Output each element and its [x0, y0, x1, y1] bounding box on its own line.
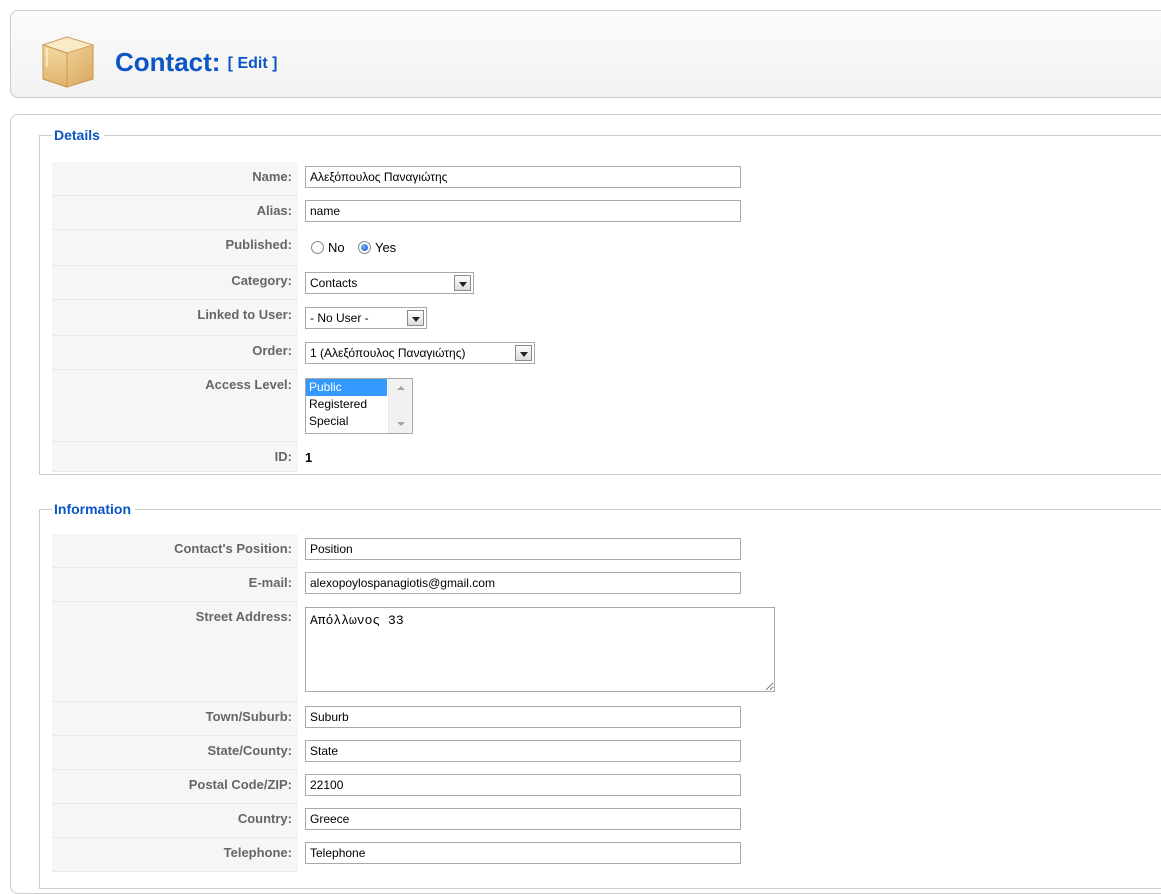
- published-label: Published:: [52, 230, 298, 266]
- published-row: Published: No Yes: [40, 230, 1140, 266]
- country-row: Country:: [40, 804, 1140, 838]
- category-row: Category: Contacts: [40, 266, 1140, 300]
- scroll-up-icon[interactable]: [397, 386, 405, 390]
- main-content: Details Name: Alias: Published: No Yes C…: [10, 114, 1161, 894]
- access-level-listbox[interactable]: Public Registered Special: [305, 378, 413, 434]
- linked-user-value: - No User -: [310, 311, 369, 325]
- category-label: Category:: [52, 266, 298, 300]
- linked-user-row: Linked to User: - No User -: [40, 300, 1140, 336]
- postal-code-label: Postal Code/ZIP:: [52, 770, 298, 804]
- telephone-row: Telephone:: [40, 838, 1140, 872]
- linked-user-select[interactable]: - No User -: [305, 307, 427, 329]
- details-fieldset: Details Name: Alias: Published: No Yes C…: [39, 127, 1161, 475]
- street-address-label: Street Address:: [52, 602, 298, 702]
- edit-label: [ Edit ]: [227, 55, 278, 72]
- access-level-row: Access Level: Public Registered Special: [40, 370, 1140, 442]
- category-select[interactable]: Contacts: [305, 272, 474, 294]
- chevron-down-icon[interactable]: [407, 310, 424, 326]
- order-label: Order:: [52, 336, 298, 370]
- chevron-down-icon[interactable]: [454, 275, 471, 291]
- suburb-input[interactable]: [305, 706, 741, 728]
- access-option-public[interactable]: Public: [306, 379, 387, 396]
- order-row: Order: 1 (Αλεξόπουλος Παναγιώτης): [40, 336, 1140, 370]
- page-title: Contact: [ Edit ]: [115, 47, 277, 79]
- listbox-scrollbar[interactable]: [388, 379, 412, 433]
- alias-input[interactable]: [305, 200, 741, 222]
- country-input[interactable]: [305, 808, 741, 830]
- chevron-down-icon[interactable]: [515, 345, 532, 361]
- access-level-label: Access Level:: [52, 370, 298, 442]
- name-label: Name:: [52, 162, 298, 196]
- country-label: Country:: [52, 804, 298, 838]
- email-row: E-mail:: [40, 568, 1140, 602]
- name-row: Name:: [40, 162, 1140, 196]
- information-fieldset: Information Contact's Position: E-mail: …: [39, 501, 1161, 889]
- order-select[interactable]: 1 (Αλεξόπουλος Παναγιώτης): [305, 342, 535, 364]
- email-label: E-mail:: [52, 568, 298, 602]
- page-title-text: Contact:: [115, 47, 221, 77]
- scroll-down-icon[interactable]: [397, 422, 405, 426]
- telephone-input[interactable]: [305, 842, 741, 864]
- state-row: State/County:: [40, 736, 1140, 770]
- position-input[interactable]: [305, 538, 741, 560]
- street-address-textarea[interactable]: Απόλλωνος 33: [305, 607, 775, 692]
- suburb-row: Town/Suburb:: [40, 702, 1140, 736]
- id-value: 1: [305, 450, 313, 465]
- name-input[interactable]: [305, 166, 741, 188]
- box-icon: [41, 36, 95, 88]
- postal-code-row: Postal Code/ZIP:: [40, 770, 1140, 804]
- access-option-registered[interactable]: Registered: [306, 396, 387, 413]
- position-row: Contact's Position:: [40, 534, 1140, 568]
- category-value: Contacts: [310, 276, 358, 290]
- published-no-label: No: [328, 240, 345, 255]
- order-value: 1 (Αλεξόπουλος Παναγιώτης): [310, 346, 466, 360]
- state-label: State/County:: [52, 736, 298, 770]
- email-input[interactable]: [305, 572, 741, 594]
- id-label: ID:: [52, 442, 298, 472]
- published-yes-radio[interactable]: [357, 241, 371, 254]
- access-option-special[interactable]: Special: [306, 413, 387, 430]
- state-input[interactable]: [305, 740, 741, 762]
- information-legend: Information: [52, 501, 135, 517]
- suburb-label: Town/Suburb:: [52, 702, 298, 736]
- page-header: Contact: [ Edit ]: [10, 10, 1161, 98]
- published-no-radio[interactable]: [311, 241, 324, 254]
- telephone-label: Telephone:: [52, 838, 298, 872]
- published-yes-label: Yes: [374, 240, 397, 255]
- linked-user-label: Linked to User:: [52, 300, 298, 336]
- postal-code-input[interactable]: [305, 774, 741, 796]
- details-legend: Details: [52, 127, 104, 143]
- position-label: Contact's Position:: [52, 534, 298, 568]
- alias-row: Alias:: [40, 196, 1140, 230]
- alias-label: Alias:: [52, 196, 298, 230]
- id-row: ID: 1: [40, 442, 1140, 472]
- street-address-row: Street Address: Απόλλωνος 33: [40, 602, 1140, 702]
